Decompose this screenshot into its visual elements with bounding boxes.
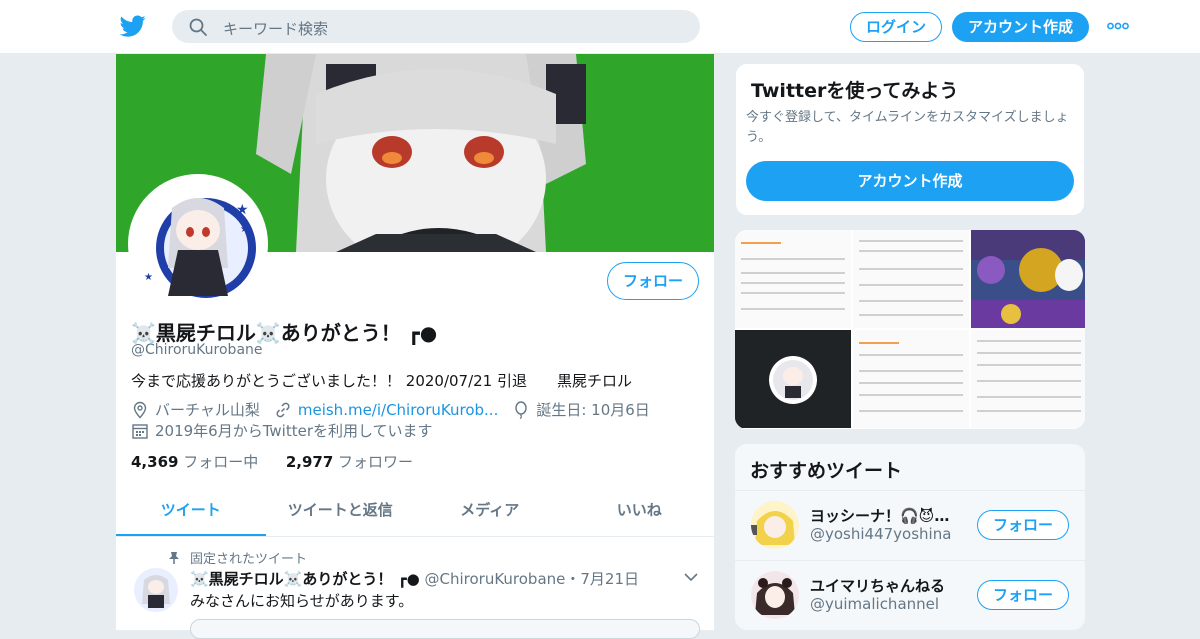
recommend-name[interactable]: ユイマリちゃんねる	[810, 575, 945, 596]
media-thumbnail[interactable]	[853, 330, 969, 428]
chevron-down-icon[interactable]	[684, 572, 698, 582]
profile-bio: 今まで応援ありがとうございました！！ 2020/07/21 引退 黒屍チロル	[131, 372, 632, 390]
follow-button[interactable]: フォロー	[607, 262, 699, 300]
profile-avatar[interactable]: ★ ★ ★	[128, 174, 268, 314]
recommend-handle[interactable]: @yoshi447yoshina	[810, 525, 951, 543]
profile-birthday: 誕生日: 10月6日	[536, 401, 650, 419]
location-pin-icon	[133, 401, 147, 418]
tweet-date[interactable]: ・7月21日	[565, 570, 639, 588]
followers-label: フォロワー	[338, 453, 414, 471]
tweet-header: ☠️黒屍チロル☠️ありがとう！ ┏● @ChiroruKurobane・7月21…	[190, 568, 639, 589]
pinned-label: 固定されたツイート	[190, 552, 308, 567]
tweet-text: みなさんにお知らせがあります。	[190, 592, 414, 610]
profile-tabs: ツイート ツイートと返信 メディア いいね	[116, 491, 714, 537]
tweet-author-avatar[interactable]	[134, 568, 178, 612]
profile-joined-row: 2019年6月からTwitterを利用しています	[131, 420, 433, 441]
tab-tweets-and-replies[interactable]: ツイートと返信	[266, 491, 416, 536]
recommend-avatar[interactable]	[751, 571, 799, 619]
recommend-follow-button[interactable]: フォロー	[977, 510, 1069, 540]
tweet-author-name[interactable]: ☠️黒屍チロル☠️ありがとう！ ┏●	[190, 570, 420, 588]
tweet-media-preview[interactable]	[190, 619, 700, 639]
login-button[interactable]: ログイン	[850, 12, 942, 42]
media-thumbnail[interactable]	[971, 330, 1085, 428]
following-count: 4,369	[131, 453, 179, 471]
video-thumbnail-art	[735, 330, 851, 428]
svg-text:★: ★	[236, 202, 249, 218]
recommend-handle[interactable]: @yuimalichannel	[810, 595, 939, 613]
recommend-item[interactable]: ユイマリちゃんねる @yuimalichannel フォロー	[735, 560, 1085, 630]
tweet-author-handle[interactable]: @ChiroruKurobane	[424, 570, 565, 588]
pin-icon	[169, 551, 179, 564]
signup-card-button[interactable]: アカウント作成	[746, 161, 1074, 201]
media-thumbnail[interactable]	[853, 230, 969, 328]
tab-tweets[interactable]: ツイート	[116, 491, 266, 536]
more-dots-icon[interactable]	[1107, 19, 1129, 33]
recommend-title: おすすめツイート	[750, 460, 903, 482]
followers-count: 2,977	[285, 453, 334, 471]
signup-card-title: Twitterを使ってみよう	[751, 80, 959, 102]
profile-meta-row: バーチャル山梨 meish.me/i/ChiroruKurob... 誕生日: …	[131, 399, 650, 420]
search-icon	[189, 18, 207, 36]
recommend-name[interactable]: ヨッシーナ！🎧😈…	[810, 505, 949, 526]
following-link[interactable]: 4,369 フォロー中	[131, 453, 263, 471]
tab-likes[interactable]: いいね	[565, 491, 715, 536]
media-thumbnail[interactable]	[971, 230, 1085, 328]
profile-handle: @ChiroruKurobane	[131, 342, 263, 358]
profile-media-grid	[735, 230, 1085, 429]
game-screenshot-art	[971, 230, 1085, 328]
follow-counts: 4,369 フォロー中 2,977 フォロワー	[131, 451, 413, 472]
svg-text:★: ★	[240, 224, 249, 235]
following-label: フォロー中	[183, 453, 259, 471]
calendar-icon	[132, 423, 148, 439]
top-navigation-bar: キーワード検索 ログイン アカウント作成	[0, 0, 1200, 54]
recommend-avatar-art	[751, 501, 799, 549]
recommended-tweets-card: おすすめツイート ヨッシーナ！🎧😈… @yoshi447yoshina フォロー…	[735, 444, 1085, 630]
tweet-avatar-art	[134, 568, 178, 612]
search-input[interactable]: キーワード検索	[172, 10, 700, 43]
profile-location: バーチャル山梨	[155, 401, 260, 419]
recommend-avatar[interactable]	[751, 501, 799, 549]
twitter-bird-icon[interactable]	[120, 13, 146, 39]
balloon-icon	[515, 400, 528, 419]
search-placeholder: キーワード検索	[223, 20, 329, 38]
avatar-chibi-art: ★ ★ ★	[132, 178, 264, 310]
profile-website-link[interactable]: meish.me/i/ChiroruKurob...	[298, 401, 499, 419]
profile-joined-date: 2019年6月からTwitterを利用しています	[155, 422, 433, 440]
link-icon	[276, 402, 290, 417]
recommend-follow-button[interactable]: フォロー	[977, 580, 1069, 610]
svg-text:★: ★	[144, 272, 153, 283]
tab-media[interactable]: メディア	[415, 491, 565, 536]
signup-promo-card: Twitterを使ってみよう 今すぐ登録して、タイムラインをカスタマイズしましょ…	[735, 63, 1085, 216]
signup-button[interactable]: アカウント作成	[952, 12, 1089, 42]
media-thumbnail[interactable]	[735, 230, 851, 328]
recommend-item[interactable]: ヨッシーナ！🎧😈… @yoshi447yoshina フォロー	[735, 490, 1085, 560]
pinned-indicator: 固定されたツイート	[168, 548, 307, 567]
recommend-avatar-art	[751, 571, 799, 619]
profile-column: ★ ★ ★ フォロー ☠️黒屍チロル☠️ありがとう！ ┏● @ChiroruKu…	[116, 54, 714, 639]
signup-card-subtitle: 今すぐ登録して、タイムラインをカスタマイズしましょう。	[746, 110, 1069, 145]
followers-link[interactable]: 2,977 フォロワー	[286, 453, 413, 471]
media-thumbnail[interactable]	[735, 330, 851, 428]
